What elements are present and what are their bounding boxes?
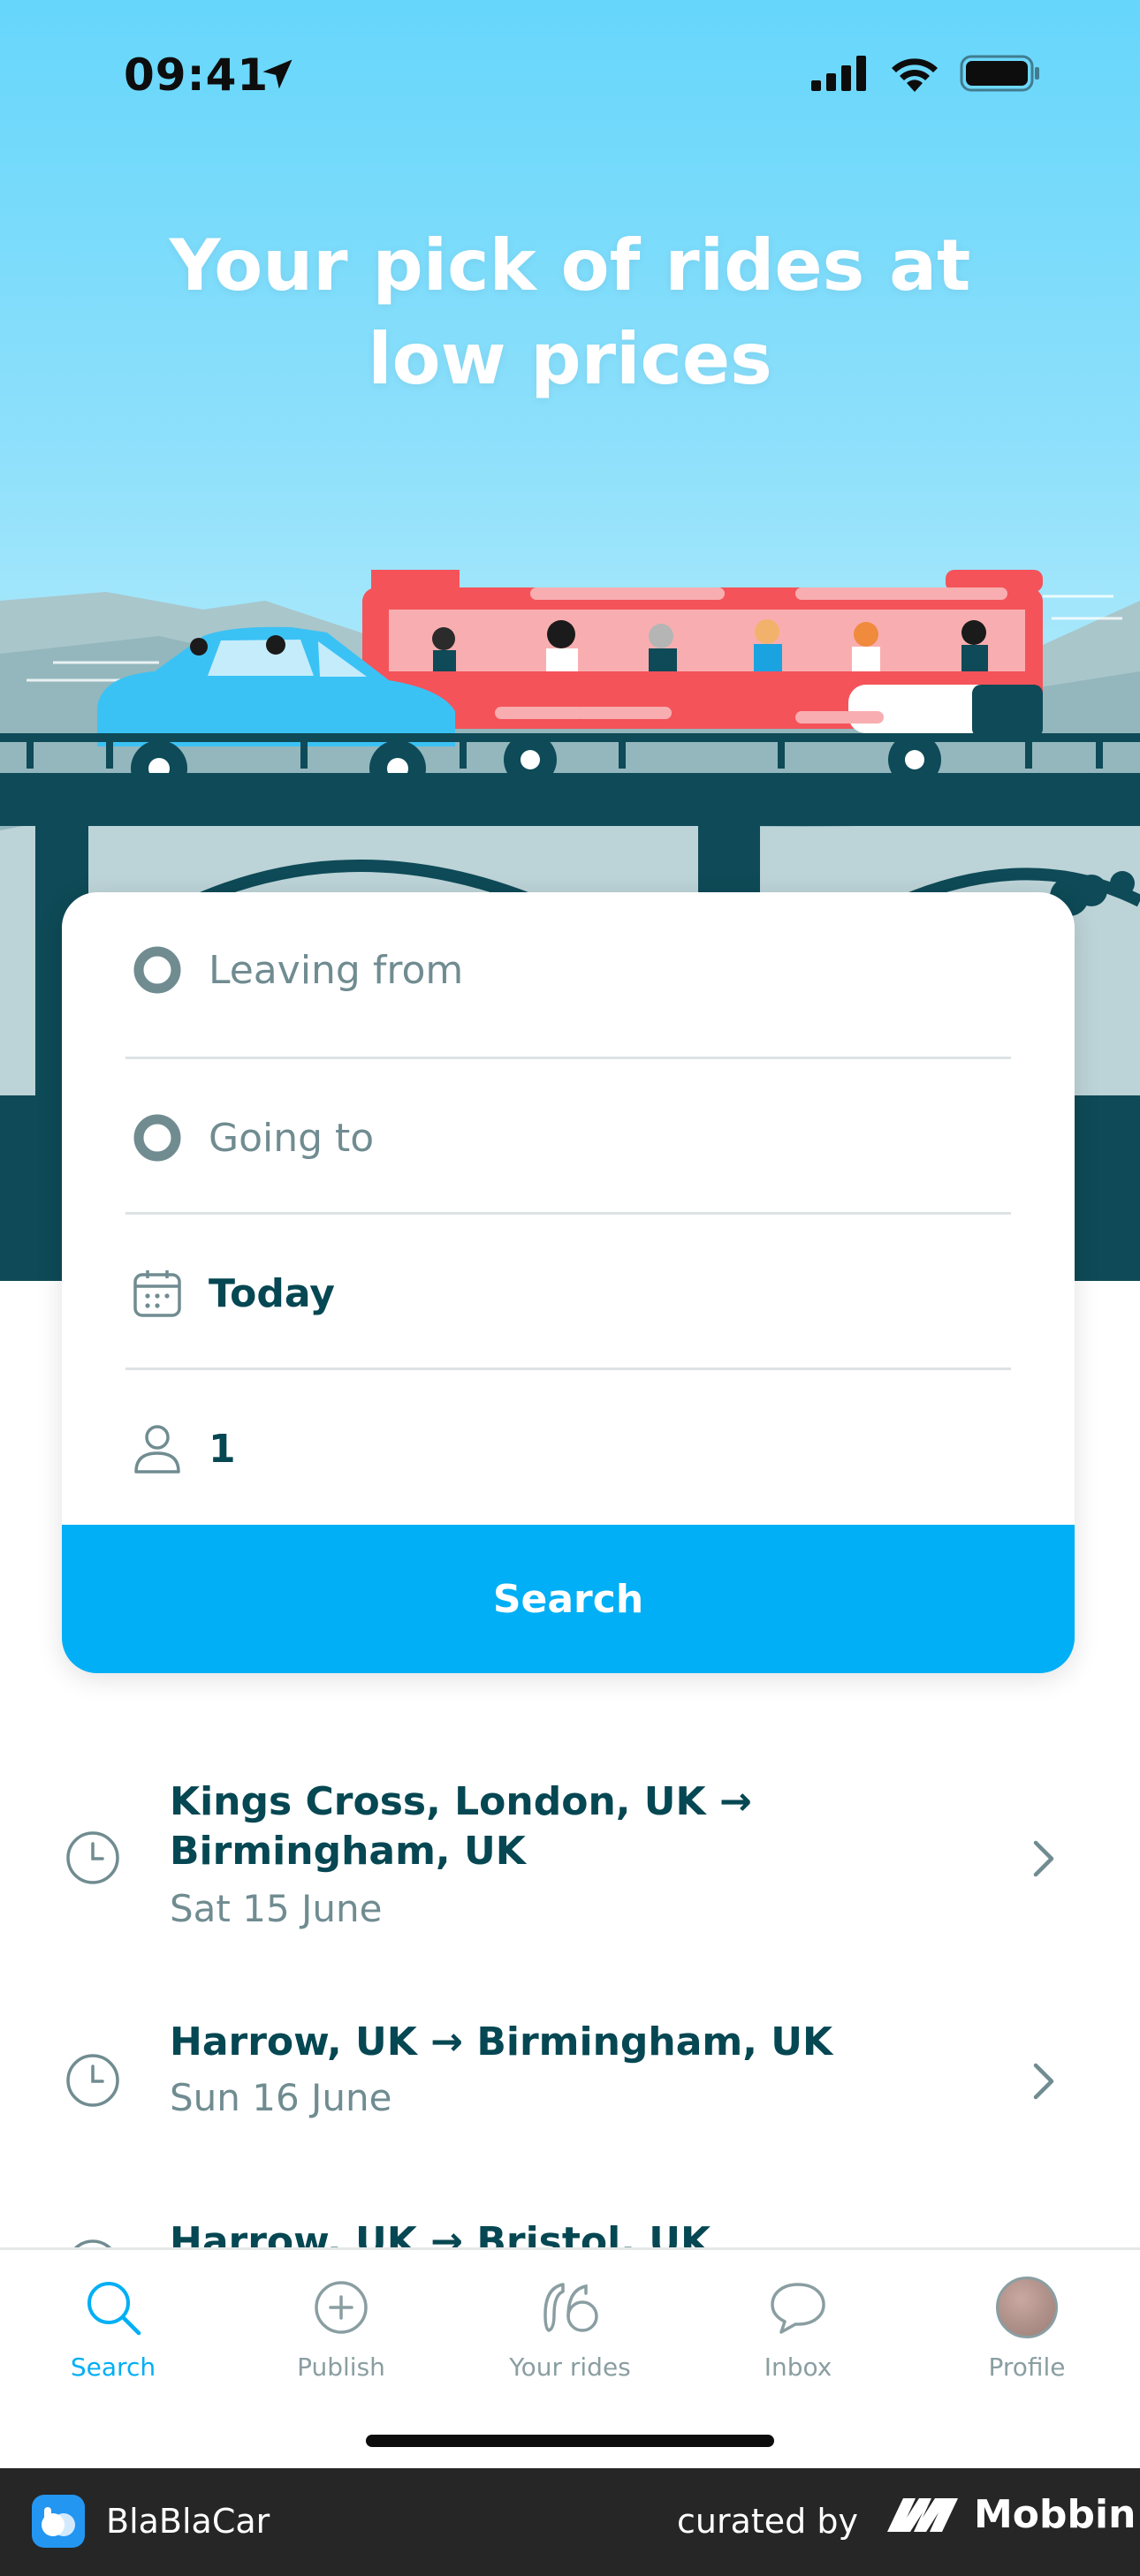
passengers-value: 1: [209, 1426, 236, 1472]
clock-icon: [73, 2239, 112, 2247]
divider: [125, 1057, 1011, 1059]
recent-date: Sun 16 June: [170, 2076, 392, 2119]
leaving-from-placeholder: Leaving from: [209, 947, 464, 993]
person-icon: [131, 1422, 184, 1475]
calendar-icon: [131, 1267, 184, 1320]
mobbin-logo: Mobbin: [884, 2491, 1136, 2537]
status-time: 09:41: [124, 49, 270, 101]
tab-profile[interactable]: Profile: [939, 2268, 1115, 2382]
battery-icon: [960, 55, 1039, 92]
recent-route-line1: Harrow, UK → Birmingham, UK: [170, 2019, 833, 2065]
tab-label: Search: [70, 2352, 156, 2382]
recent-search-item[interactable]: Harrow, UK → Birmingham, UK Sun 16 June: [0, 2005, 1140, 2147]
destination-dot-icon: [131, 1111, 184, 1164]
tab-label: Your rides: [509, 2352, 631, 2382]
recent-route-line1: Harrow, UK → Bristol, UK: [170, 2219, 711, 2247]
tab-label: Inbox: [764, 2352, 832, 2382]
tab-publish[interactable]: Publish: [253, 2268, 429, 2382]
recent-date: Sat 15 June: [170, 1887, 383, 1930]
signal-icon: [811, 56, 866, 91]
location-arrow-icon: [262, 59, 293, 89]
chevron-right-icon: [1033, 2063, 1054, 2100]
clock-icon: [66, 1831, 119, 1884]
plus-circle-icon: [315, 2281, 368, 2334]
tab-label: Profile: [988, 2352, 1066, 2382]
home-indicator: [366, 2435, 774, 2447]
blablacar-logo-icon: [32, 2495, 85, 2548]
tab-label: Publish: [297, 2352, 385, 2382]
divider: [125, 1368, 1011, 1370]
avatar: [996, 2277, 1058, 2338]
tab-your-rides[interactable]: Your rides: [482, 2268, 658, 2382]
leaving-from-field[interactable]: Leaving from: [125, 892, 1011, 1048]
recent-search-item[interactable]: Harrow, UK → Bristol, UK: [0, 2200, 1140, 2247]
date-value: Today: [209, 1270, 335, 1316]
clock-icon: [66, 2054, 119, 2107]
hero-title-line1: Your pick of rides at: [169, 224, 971, 307]
search-button[interactable]: Search: [62, 1525, 1075, 1673]
rides-icon: [543, 2283, 598, 2332]
recent-search-item[interactable]: Kings Cross, London, UK → Birmingham, UK…: [0, 1767, 1140, 1943]
date-field[interactable]: Today: [125, 1216, 1011, 1371]
tab-search[interactable]: Search: [25, 2268, 201, 2382]
app-name: BlaBlaCar: [106, 2502, 270, 2541]
chevron-right-icon: [1033, 1840, 1054, 1877]
going-to-field[interactable]: Going to: [125, 1060, 1011, 1216]
going-to-placeholder: Going to: [209, 1115, 375, 1161]
search-card: Leaving from Going to Today 1 Search: [62, 892, 1075, 1673]
curated-by-text: curated by: [677, 2502, 858, 2541]
chat-icon: [771, 2283, 825, 2334]
search-icon: [87, 2282, 141, 2336]
hero-title: Your pick of rides at low prices: [0, 219, 1140, 406]
hero-title-line2: low prices: [368, 318, 772, 400]
divider: [125, 1212, 1011, 1215]
status-icons: [811, 55, 1041, 92]
mobbin-logo-icon: [887, 2498, 958, 2532]
tab-inbox[interactable]: Inbox: [710, 2268, 886, 2382]
recent-route-line2: Birmingham, UK: [170, 1829, 526, 1874]
mobbin-brand: Mobbin: [974, 2491, 1136, 2537]
passengers-field[interactable]: 1: [125, 1371, 1011, 1527]
origin-dot-icon: [131, 943, 184, 996]
attribution-footer: BlaBlaCar curated by Mobbin: [0, 2468, 1140, 2576]
recent-route-line1: Kings Cross, London, UK →: [170, 1779, 752, 1824]
wifi-icon: [892, 58, 938, 92]
